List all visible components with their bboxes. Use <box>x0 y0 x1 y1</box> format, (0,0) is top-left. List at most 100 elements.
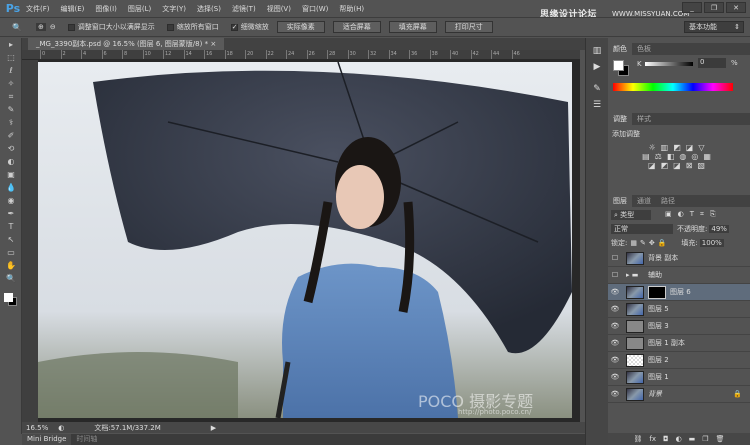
menu-item[interactable]: 文字(Y) <box>162 4 186 14</box>
checkbox-box[interactable]: ✓ <box>230 23 238 31</box>
layers-footer-icon[interactable]: ◐ <box>676 433 682 445</box>
filter-icons[interactable]: ▣◐T⌗⎘ <box>665 210 722 219</box>
layers-footer-icon[interactable]: 🗑 <box>716 433 725 445</box>
layer-row[interactable]: 👁 图层 3 <box>608 318 750 335</box>
tab-swatches[interactable]: 色板 <box>632 43 656 55</box>
tool-icon[interactable]: T <box>0 220 22 233</box>
visibility-toggle[interactable]: ☐ <box>608 254 622 262</box>
tool-icon[interactable]: ◐ <box>0 155 22 168</box>
document-tab[interactable]: _MG_3390副本.psd @ 16.5% (图层 6, 图层蒙版/8) * … <box>28 38 225 50</box>
properties-icon[interactable]: ☰ <box>586 100 608 110</box>
zoom-in-icon[interactable]: ⊕ <box>35 23 46 31</box>
blend-mode-select[interactable]: 正常 <box>611 224 673 234</box>
tab-mini-bridge[interactable]: Mini Bridge <box>22 434 72 445</box>
close-tab-icon[interactable]: × <box>210 40 216 48</box>
menu-item[interactable]: 滤镜(T) <box>232 4 256 14</box>
tool-icon[interactable]: ⌗ <box>0 90 22 103</box>
folder-icon[interactable]: ▸ ▬ <box>626 271 644 279</box>
layer-mask-thumbnail[interactable] <box>648 285 666 299</box>
tab-color[interactable]: 颜色 <box>608 43 632 55</box>
layer-filter-select[interactable]: ⌕ 类型 <box>611 209 651 220</box>
layer-row[interactable]: ☐ 背景 副本 <box>608 250 750 267</box>
tab-paths[interactable]: 路径 <box>656 195 680 207</box>
menu-item[interactable]: 帮助(H) <box>339 4 364 14</box>
layer-row[interactable]: 👁 背景 🔒 <box>608 386 750 403</box>
layer-row[interactable]: 👁 图层 2 <box>608 352 750 369</box>
tool-icon[interactable]: 🔍 <box>0 272 22 285</box>
menu-item[interactable]: 窗口(W) <box>302 4 328 14</box>
layers-footer-icon[interactable]: fx <box>649 433 656 445</box>
menu-item[interactable]: 文件(F) <box>26 4 50 14</box>
layer-row[interactable]: 👁 图层 1 副本 <box>608 335 750 352</box>
tool-icon[interactable]: ✎ <box>0 103 22 116</box>
eye-icon[interactable]: 👁 <box>608 373 622 381</box>
tool-icon[interactable]: ⟲ <box>0 142 22 155</box>
visibility-toggle[interactable]: ☐ <box>608 271 622 279</box>
checkbox-box[interactable] <box>166 23 174 31</box>
k-value-input[interactable]: 0 <box>698 58 726 68</box>
checkbox-box[interactable] <box>67 23 75 31</box>
layers-footer-icon[interactable]: ◘ <box>663 433 669 445</box>
tool-icon[interactable]: 💧 <box>0 181 22 194</box>
option-checkbox[interactable]: 调整窗口大小以满屏显示 <box>67 22 155 32</box>
status-menu-arrow[interactable]: ▶ <box>211 424 216 432</box>
tab-layers[interactable]: 图层 <box>608 195 632 207</box>
zoom-option-button[interactable]: 打印尺寸 <box>444 21 493 33</box>
layer-row[interactable]: 👁 图层 6 <box>608 284 750 301</box>
option-checkbox[interactable]: ✓ 细微缩放 <box>230 22 269 32</box>
tool-icon[interactable]: ✧ <box>0 77 22 90</box>
tool-icon[interactable]: ▭ <box>0 246 22 259</box>
layer-row[interactable]: 👁 图层 1 <box>608 369 750 386</box>
layers-footer-icon[interactable]: ▬ <box>689 433 696 445</box>
tool-icon[interactable]: ▸ <box>0 38 22 51</box>
tool-icon[interactable]: ✋ <box>0 259 22 272</box>
color-spectrum[interactable] <box>613 83 733 91</box>
eye-icon[interactable]: 👁 <box>608 305 622 313</box>
lock-icons[interactable]: ▦✎✥🔒 <box>630 239 669 247</box>
zoom-level[interactable]: 16.5% <box>26 424 48 432</box>
adjustment-icons[interactable]: ☼▥◩◪▽ ▤⚖◧◍◎▦ ◪◩◪⊠▧ <box>612 143 746 170</box>
menu-item[interactable]: 图像(I) <box>95 4 117 14</box>
close-button[interactable]: ✕ <box>726 2 746 13</box>
eye-icon[interactable]: 👁 <box>608 390 622 398</box>
k-slider[interactable] <box>645 62 693 66</box>
tool-icon[interactable]: ⬚ <box>0 51 22 64</box>
tool-icon[interactable]: ℓ <box>0 64 22 77</box>
eye-icon[interactable]: 👁 <box>608 356 622 364</box>
tool-icon[interactable]: ✐ <box>0 129 22 142</box>
color-swatches[interactable] <box>0 291 21 311</box>
tool-icon[interactable]: ⚕ <box>0 116 22 129</box>
zoom-option-button[interactable]: 实际像素 <box>276 21 325 33</box>
actions-icon[interactable]: ▶ <box>586 62 608 72</box>
layer-row[interactable]: 👁 图层 5 <box>608 301 750 318</box>
tab-timeline[interactable]: 时间轴 <box>71 434 102 445</box>
opacity-input[interactable]: 49% <box>709 225 729 233</box>
layer-row[interactable]: ☐ ▸ ▬ 辅助 <box>608 267 750 284</box>
history-icon[interactable]: ▥ <box>586 46 608 56</box>
tool-icon[interactable]: ↖ <box>0 233 22 246</box>
menu-item[interactable]: 选择(S) <box>197 4 221 14</box>
menu-item[interactable]: 视图(V) <box>267 4 291 14</box>
eye-icon[interactable]: 👁 <box>608 339 622 347</box>
fill-input[interactable]: 100% <box>699 239 724 247</box>
layers-footer-icon[interactable]: ⛓ <box>634 433 643 445</box>
eye-icon[interactable]: 👁 <box>608 288 622 296</box>
tool-icon[interactable]: ✒ <box>0 207 22 220</box>
tool-icon[interactable]: ▣ <box>0 168 22 181</box>
canvas-photo[interactable]: POCO 摄影专题 http://photo.poco.cn/ <box>38 62 572 418</box>
brush-icon[interactable]: ✎ <box>586 84 608 94</box>
eye-icon[interactable]: 👁 <box>608 322 622 330</box>
tool-icon[interactable]: ◉ <box>0 194 22 207</box>
menu-item[interactable]: 图层(L) <box>128 4 151 14</box>
menu-item[interactable]: 编辑(E) <box>61 4 85 14</box>
zoom-option-button[interactable]: 适合屏幕 <box>332 21 381 33</box>
minimize-button[interactable]: _ <box>682 2 702 13</box>
tab-channels[interactable]: 通道 <box>632 195 656 207</box>
restore-button[interactable]: ❐ <box>704 2 724 13</box>
zoom-option-button[interactable]: 填充屏幕 <box>388 21 437 33</box>
layers-footer-icon[interactable]: ❐ <box>702 433 708 445</box>
tab-styles[interactable]: 样式 <box>632 113 656 125</box>
zoom-tool-icon[interactable]: 🔍 <box>12 23 22 32</box>
option-checkbox[interactable]: 缩放所有窗口 <box>166 22 219 32</box>
workspace-select[interactable]: 基本功能 ⇕ <box>684 21 744 33</box>
